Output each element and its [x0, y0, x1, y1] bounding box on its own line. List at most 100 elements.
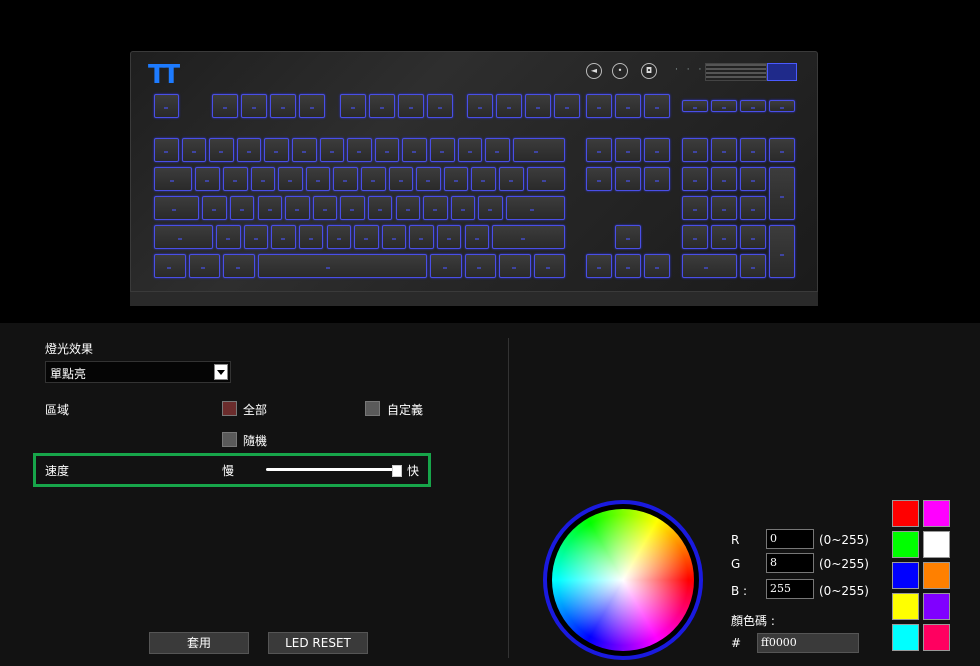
keyboard-key[interactable]: [471, 167, 496, 191]
keyboard-key[interactable]: [154, 167, 193, 191]
keyboard-key[interactable]: [154, 225, 214, 249]
color-swatch[interactable]: [892, 624, 919, 651]
keyboard-key[interactable]: [615, 167, 641, 191]
keyboard-key[interactable]: [195, 167, 220, 191]
keyboard-key[interactable]: [367, 196, 393, 220]
keyboard-key[interactable]: [586, 167, 612, 191]
keyboard-key[interactable]: [740, 254, 766, 278]
keyboard-key[interactable]: [154, 254, 186, 278]
keyboard-key[interactable]: [740, 167, 766, 191]
keyboard-key[interactable]: [485, 138, 510, 162]
keyboard-key[interactable]: [326, 225, 352, 249]
keyboard-key[interactable]: [443, 167, 469, 191]
area-random-checkbox[interactable]: [222, 432, 237, 447]
keyboard-key[interactable]: [586, 94, 612, 118]
keyboard-key[interactable]: [319, 138, 345, 162]
color-wheel[interactable]: [552, 509, 694, 651]
media-prev-button[interactable]: ◄: [586, 63, 602, 79]
keyboard-key[interactable]: [257, 254, 427, 278]
keyboard-key[interactable]: [229, 196, 255, 220]
keyboard-key[interactable]: [525, 94, 551, 118]
area-custom-checkbox[interactable]: [365, 401, 380, 416]
keyboard-key[interactable]: [292, 138, 317, 162]
keyboard-key[interactable]: [312, 196, 338, 220]
keyboard-key[interactable]: [409, 225, 434, 249]
keyboard-key[interactable]: [769, 138, 795, 162]
keyboard-key[interactable]: [464, 225, 490, 249]
keyboard-key[interactable]: [305, 167, 331, 191]
keyboard-key[interactable]: [299, 94, 325, 118]
keyboard-key[interactable]: [181, 138, 207, 162]
color-swatch[interactable]: [923, 531, 950, 558]
keyboard-key[interactable]: [243, 225, 269, 249]
keyboard-key[interactable]: [430, 138, 455, 162]
keyboard-key[interactable]: [369, 94, 395, 118]
keyboard-key[interactable]: [236, 138, 262, 162]
keyboard-key[interactable]: [615, 138, 641, 162]
keyboard-key[interactable]: [188, 254, 220, 278]
keyboard-key[interactable]: [333, 167, 358, 191]
keyboard-key[interactable]: [492, 225, 565, 249]
speed-slider-thumb[interactable]: [392, 465, 402, 477]
keyboard-key[interactable]: [682, 196, 708, 220]
b-input[interactable]: 255: [766, 579, 814, 599]
media-lock-button[interactable]: ◘: [641, 63, 657, 79]
keyboard-key[interactable]: [423, 196, 448, 220]
keyboard-key[interactable]: [340, 196, 365, 220]
keyboard-key[interactable]: [711, 167, 737, 191]
keyboard-key[interactable]: [740, 196, 766, 220]
keyboard-key[interactable]: [769, 100, 795, 112]
keyboard-key[interactable]: [682, 100, 708, 112]
keyboard-key[interactable]: [457, 138, 483, 162]
keyboard-key[interactable]: [682, 225, 708, 249]
mute-button[interactable]: [767, 63, 797, 81]
keyboard-key[interactable]: [430, 254, 462, 278]
keyboard-key[interactable]: [769, 167, 795, 220]
keyboard-key[interactable]: [264, 138, 289, 162]
color-swatch[interactable]: [892, 531, 919, 558]
keyboard-key[interactable]: [241, 94, 267, 118]
keyboard-key[interactable]: [512, 138, 565, 162]
keyboard-key[interactable]: [285, 196, 310, 220]
keyboard-key[interactable]: [361, 167, 386, 191]
g-input[interactable]: 8: [766, 553, 814, 573]
volume-wheel[interactable]: [705, 63, 767, 81]
keyboard-key[interactable]: [216, 225, 241, 249]
keyboard-key[interactable]: [154, 196, 200, 220]
color-swatch[interactable]: [923, 593, 950, 620]
keyboard-key[interactable]: [711, 138, 737, 162]
keyboard-key[interactable]: [209, 138, 234, 162]
keyboard-key[interactable]: [644, 138, 670, 162]
keyboard-key[interactable]: [711, 225, 737, 249]
keyboard-key[interactable]: [270, 94, 296, 118]
apply-button[interactable]: 套用: [149, 632, 249, 654]
keyboard-key[interactable]: [711, 100, 737, 112]
keyboard-key[interactable]: [644, 254, 670, 278]
led-reset-button[interactable]: LED RESET: [268, 632, 368, 654]
color-swatch[interactable]: [892, 562, 919, 589]
area-all-checkbox[interactable]: [222, 401, 237, 416]
keyboard-key[interactable]: [347, 138, 372, 162]
keyboard-key[interactable]: [340, 94, 366, 118]
keyboard-key[interactable]: [374, 138, 400, 162]
keyboard-key[interactable]: [526, 167, 565, 191]
keyboard-key[interactable]: [436, 225, 462, 249]
keyboard-key[interactable]: [427, 94, 453, 118]
keyboard-key[interactable]: [467, 94, 493, 118]
color-swatch[interactable]: [892, 500, 919, 527]
keyboard-key[interactable]: [212, 94, 238, 118]
keyboard-key[interactable]: [388, 167, 414, 191]
keyboard-key[interactable]: [586, 254, 612, 278]
keyboard-key[interactable]: [416, 167, 441, 191]
keyboard-key[interactable]: [615, 94, 641, 118]
keyboard-key[interactable]: [740, 138, 766, 162]
color-swatch[interactable]: [923, 624, 950, 651]
speed-slider[interactable]: [266, 468, 398, 471]
color-swatch[interactable]: [923, 500, 950, 527]
keyboard-key[interactable]: [257, 196, 283, 220]
keyboard-key[interactable]: [682, 167, 708, 191]
keyboard-key[interactable]: [450, 196, 476, 220]
keyboard-key[interactable]: [395, 196, 421, 220]
keyboard-key[interactable]: [271, 225, 296, 249]
keyboard-key[interactable]: [278, 167, 303, 191]
